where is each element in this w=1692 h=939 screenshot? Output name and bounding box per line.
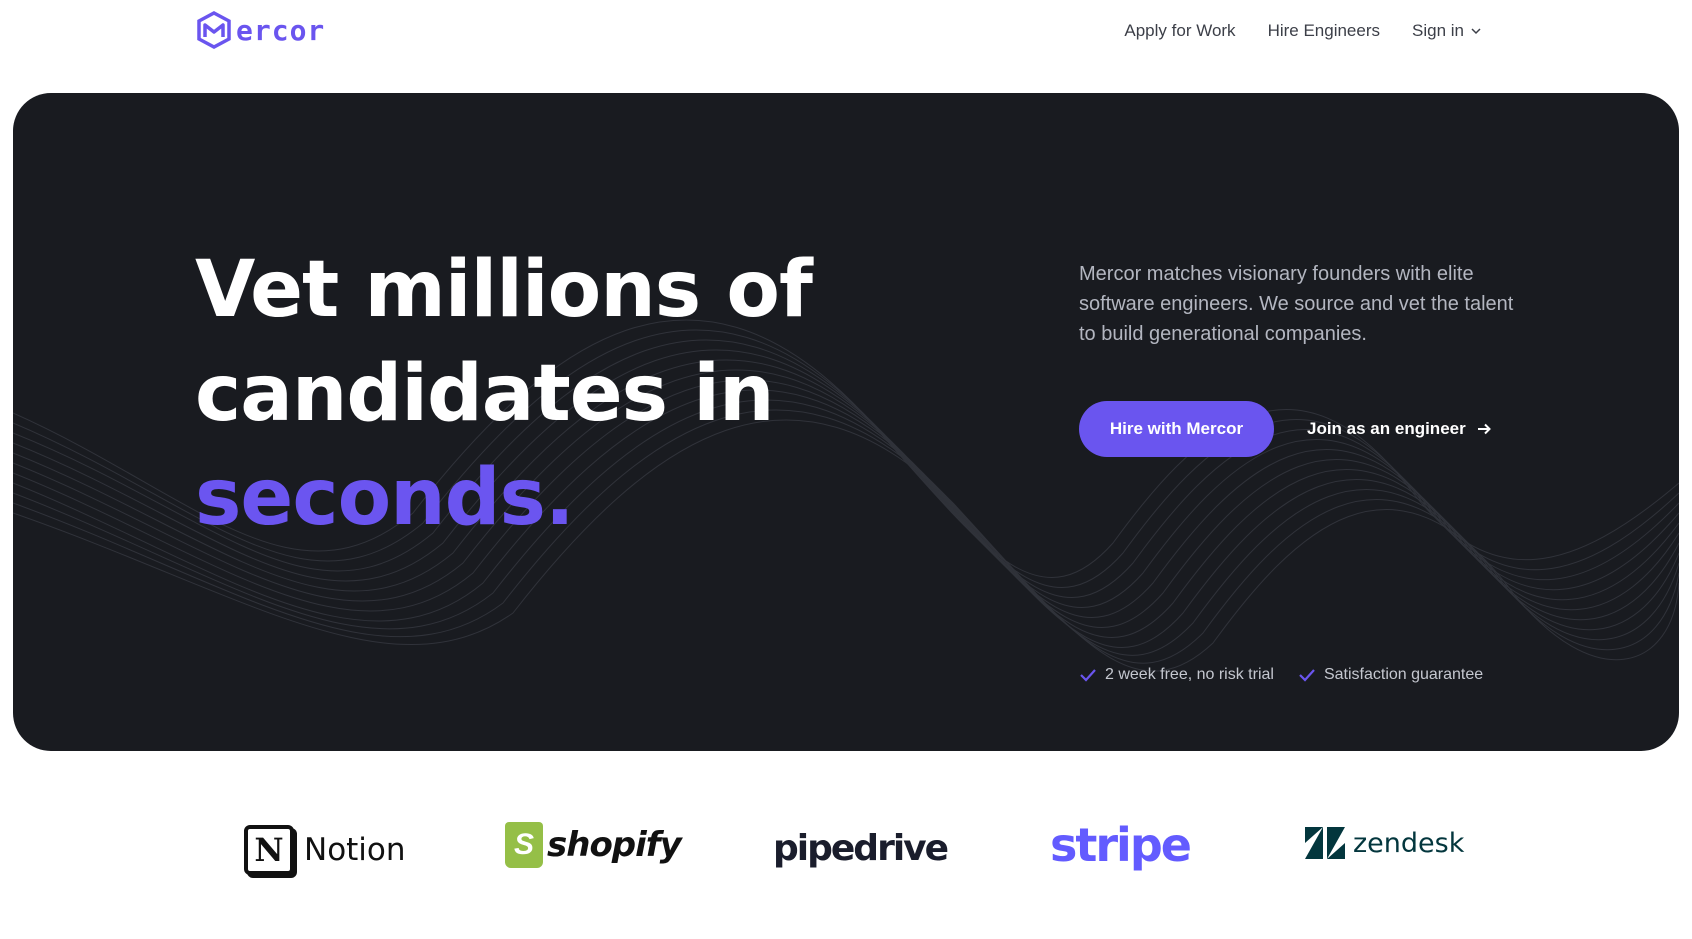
pipedrive-logo: pipedrive <box>773 828 949 869</box>
hero-section: Vet millions of candidates in seconds. M… <box>13 93 1679 751</box>
notion-icon: N <box>244 825 294 875</box>
headline-line-2: candidates in <box>195 349 774 439</box>
join-as-engineer-label: Join as an engineer <box>1307 419 1466 438</box>
notion-logo: N Notion <box>244 825 406 875</box>
zendesk-icon <box>1305 827 1345 859</box>
mercor-hexagon-logo-icon: ercor <box>197 11 325 49</box>
zendesk-logo: zendesk <box>1305 827 1464 859</box>
headline-accent: seconds. <box>195 453 575 543</box>
check-icon <box>1299 669 1315 682</box>
shopify-bag-icon: S <box>505 822 543 868</box>
svg-text:ercor: ercor <box>236 14 325 47</box>
perk-item: Satisfaction guarantee <box>1298 666 1483 684</box>
hero-description: Mercor matches visionary founders with e… <box>1079 263 1514 345</box>
perks-list: 2 week free, no risk trial Satisfaction … <box>1079 663 1483 687</box>
stripe-wordmark: stripe <box>1050 818 1192 872</box>
notion-wordmark: Notion <box>304 832 406 868</box>
customer-logos: N Notion S shopify pipedrive stripe zend… <box>0 800 1692 900</box>
arrow-right-icon <box>1477 423 1491 435</box>
pipedrive-wordmark: pipedrive <box>773 828 949 869</box>
perk-label: Satisfaction guarantee <box>1323 666 1484 683</box>
chevron-down-icon <box>1471 28 1481 35</box>
mercor-logo[interactable]: ercor <box>196 10 346 50</box>
top-navigation: ercor Apply for Work Hire Engineers Sign… <box>0 0 1692 86</box>
hire-with-mercor-button[interactable]: Hire with Mercor <box>1079 401 1274 457</box>
nav-links: Apply for Work Hire Engineers Sign in <box>1124 17 1482 45</box>
nav-hire-engineers[interactable]: Hire Engineers <box>1268 21 1380 41</box>
shopify-wordmark: shopify <box>547 825 682 865</box>
nav-sign-in[interactable]: Sign in <box>1412 21 1482 41</box>
hero-headline: Vet millions of candidates in seconds. <box>195 238 813 550</box>
check-icon <box>1080 669 1096 682</box>
join-as-engineer-link[interactable]: Join as an engineer <box>1307 413 1492 445</box>
headline-line-1: Vet millions of <box>195 245 813 335</box>
perk-item: 2 week free, no risk trial <box>1079 666 1274 684</box>
nav-sign-in-label: Sign in <box>1412 21 1464 40</box>
perk-label: 2 week free, no risk trial <box>1105 666 1274 683</box>
shopify-logo: S shopify <box>505 822 682 868</box>
zendesk-wordmark: zendesk <box>1353 827 1465 859</box>
stripe-logo: stripe <box>1050 818 1192 872</box>
nav-apply-for-work[interactable]: Apply for Work <box>1124 21 1235 41</box>
